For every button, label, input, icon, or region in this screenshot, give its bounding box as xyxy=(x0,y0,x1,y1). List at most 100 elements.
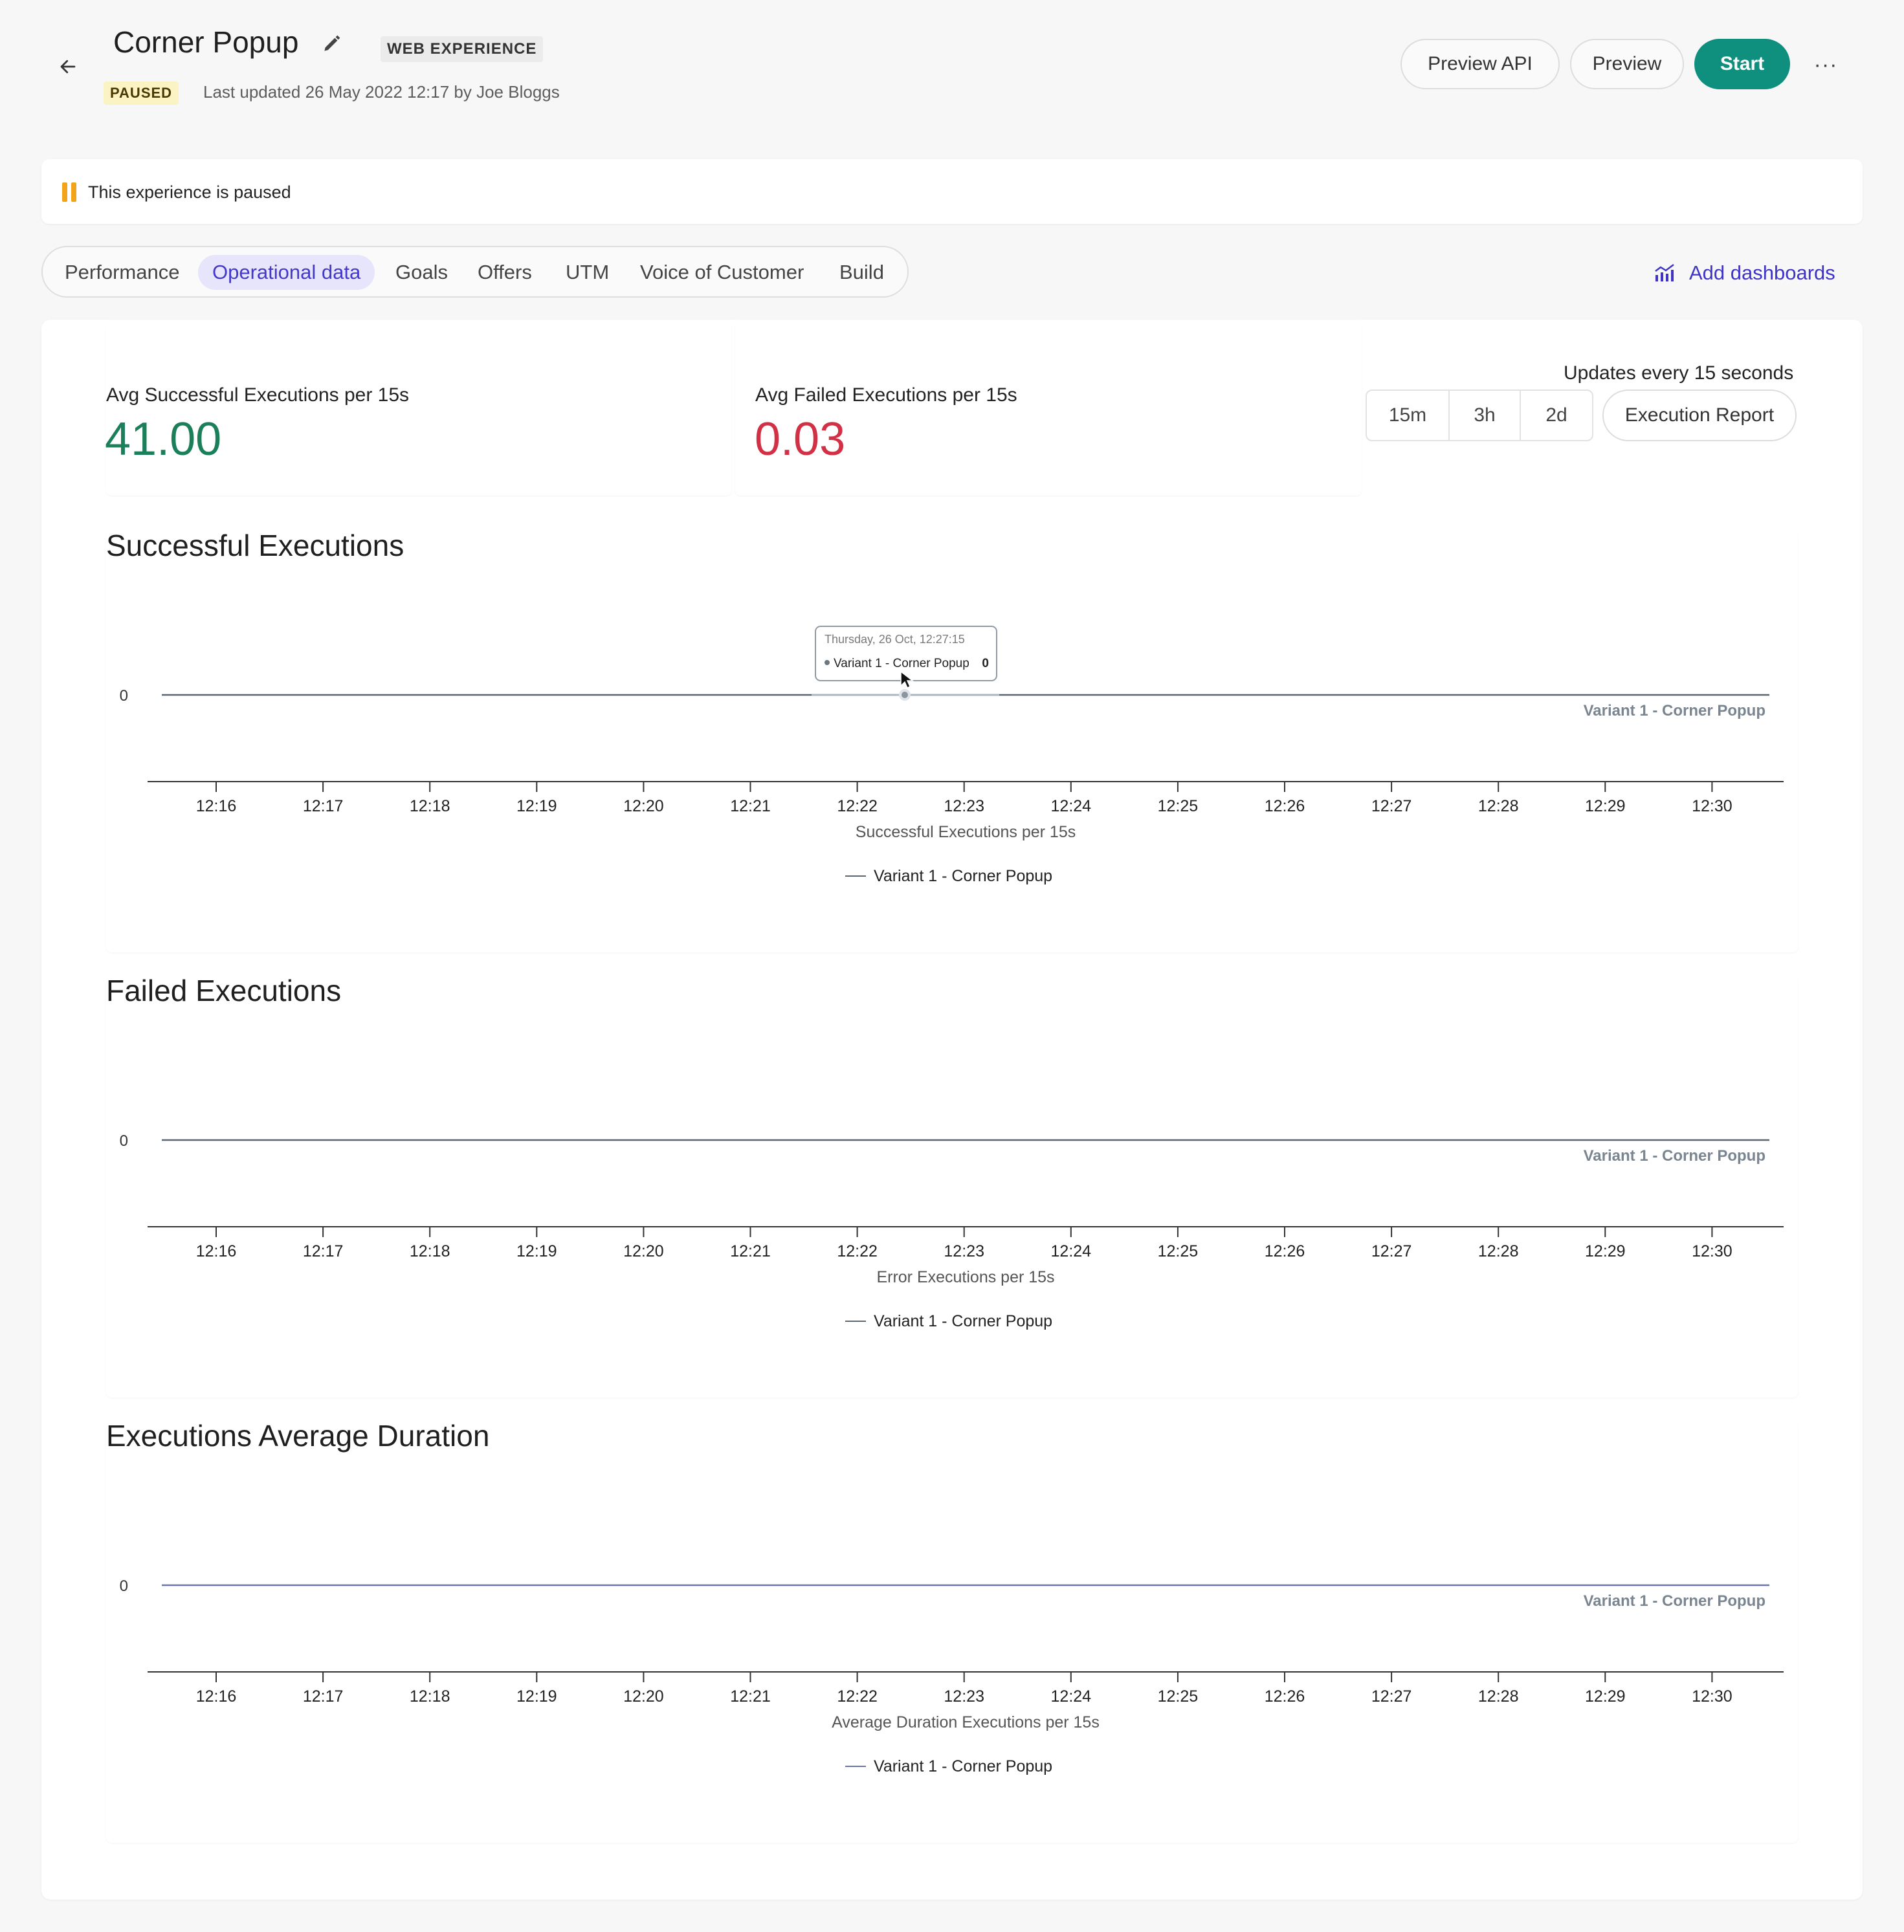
x-tick-label: 12:23 xyxy=(944,797,984,815)
add-dashboards-link[interactable]: Add dashboards xyxy=(1654,259,1835,287)
x-tick-label: 12:25 xyxy=(1158,1687,1199,1706)
stat-label-failed: Avg Failed Executions per 15s xyxy=(755,384,1017,406)
chart-icon xyxy=(1655,264,1674,281)
y-tick-label: 0 xyxy=(120,687,128,705)
x-tick-label: 12:26 xyxy=(1265,1687,1305,1706)
pencil-icon xyxy=(324,35,340,51)
chart-tooltip: Thursday, 26 Oct, 12:27:15 Variant 1 - Co… xyxy=(815,626,997,681)
x-tick-label: 12:22 xyxy=(837,797,878,815)
tooltip-date: Thursday, 26 Oct, 12:27:15 xyxy=(825,633,965,646)
tab-operational-data[interactable]: Operational data xyxy=(198,255,375,290)
x-axis-label: Successful Executions per 15s xyxy=(856,823,1076,841)
tab-offers[interactable]: Offers xyxy=(463,255,546,290)
tab-performance[interactable]: Performance xyxy=(50,255,194,290)
x-tick-label: 12:23 xyxy=(944,1242,984,1260)
y-tick-label: 0 xyxy=(120,1577,128,1595)
x-tick-label: 12:29 xyxy=(1585,1242,1626,1260)
stat-card-successful xyxy=(106,321,731,496)
x-tick-label: 12:16 xyxy=(196,797,237,815)
legend-item[interactable]: Variant 1 - Corner Popup xyxy=(874,867,1052,885)
x-tick-label: 12:25 xyxy=(1158,1242,1199,1260)
x-axis-label: Error Executions per 15s xyxy=(876,1268,1054,1286)
x-tick-label: 12:19 xyxy=(516,797,557,815)
x-tick-label: 12:22 xyxy=(837,1242,878,1260)
tooltip-value: 0 xyxy=(982,657,989,670)
series-end-label: Variant 1 - Corner Popup xyxy=(1584,702,1766,719)
x-tick-label: 12:27 xyxy=(1371,1242,1412,1260)
x-tick-label: 12:29 xyxy=(1585,797,1626,815)
x-tick-label: 12:28 xyxy=(1478,1687,1519,1706)
x-tick-label: 12:17 xyxy=(303,797,344,815)
x-tick-label: 12:28 xyxy=(1478,797,1519,815)
range-3h-button[interactable]: 3h xyxy=(1450,390,1520,441)
stat-label-successful: Avg Successful Executions per 15s xyxy=(106,384,410,406)
banner-text: This experience is paused xyxy=(88,182,291,202)
paused-banner xyxy=(41,159,1863,224)
preview-button[interactable]: Preview xyxy=(1570,39,1684,89)
x-tick-label: 12:20 xyxy=(623,1687,664,1706)
stat-card-failed xyxy=(735,321,1362,496)
average-duration-chart: 0 Variant 1 - Corner Popup 12:16 12:17 12:18… xyxy=(120,1577,1784,1775)
x-tick-label: 12:29 xyxy=(1585,1687,1626,1706)
start-button[interactable]: Start xyxy=(1694,39,1790,89)
add-dashboards-label: Add dashboards xyxy=(1689,261,1835,284)
more-horizontal-icon: ··· xyxy=(1813,52,1838,77)
x-tick-label: 12:20 xyxy=(623,1242,664,1260)
update-frequency-text: Updates every 15 seconds xyxy=(1564,362,1794,384)
x-tick-label: 12:23 xyxy=(944,1687,984,1706)
x-tick-label: 12:24 xyxy=(1051,1687,1092,1706)
x-tick-label: 12:16 xyxy=(196,1687,237,1706)
x-tick-label: 12:27 xyxy=(1371,797,1412,815)
x-tick-label: 12:27 xyxy=(1371,1687,1412,1706)
x-tick-label: 12:30 xyxy=(1692,1242,1732,1260)
x-tick-label: 12:18 xyxy=(410,797,450,815)
pause-icon xyxy=(62,182,78,202)
x-tick-label: 12:21 xyxy=(730,797,771,815)
back-button[interactable] xyxy=(52,50,84,83)
execution-report-button[interactable]: Execution Report xyxy=(1602,390,1797,441)
range-2d-button[interactable]: 2d xyxy=(1521,390,1592,441)
x-tick-label: 12:30 xyxy=(1692,1687,1732,1706)
x-tick-label: 12:22 xyxy=(837,1687,878,1706)
last-updated-text: Last updated 26 May 2022 12:17 by Joe Bl… xyxy=(203,82,560,102)
x-tick-label: 12:24 xyxy=(1051,797,1092,815)
x-tick-label: 12:21 xyxy=(730,1242,771,1260)
range-15m-button[interactable]: 15m xyxy=(1367,390,1448,441)
legend-item[interactable]: Variant 1 - Corner Popup xyxy=(874,1312,1052,1330)
tab-build[interactable]: Build xyxy=(825,255,898,290)
x-tick-label: 12:19 xyxy=(516,1242,557,1260)
x-tick-label: 12:28 xyxy=(1478,1242,1519,1260)
preview-api-button[interactable]: Preview API xyxy=(1400,39,1560,89)
legend-item[interactable]: Variant 1 - Corner Popup xyxy=(874,1757,1052,1775)
x-tick-label: 12:18 xyxy=(410,1242,450,1260)
series-end-label: Variant 1 - Corner Popup xyxy=(1584,1592,1766,1610)
successful-executions-chart: 0 Variant 1 - Corner Popup 12:16 12:17 12:18… xyxy=(120,626,1784,885)
tab-utm[interactable]: UTM xyxy=(551,255,623,290)
series-end-label: Variant 1 - Corner Popup xyxy=(1584,1147,1766,1165)
x-tick-label: 12:26 xyxy=(1265,797,1305,815)
x-tick-label: 12:25 xyxy=(1158,797,1199,815)
arrow-left-icon xyxy=(60,60,76,74)
stat-value-failed: 0.03 xyxy=(755,413,846,465)
x-tick-label: 12:30 xyxy=(1692,797,1732,815)
tooltip-series: Variant 1 - Corner Popup xyxy=(834,657,969,670)
failed-executions-chart: 0 Variant 1 - Corner Popup 12:16 12:17 12:18… xyxy=(120,1132,1784,1330)
y-tick-label: 0 xyxy=(120,1132,128,1150)
x-tick-label: 12:17 xyxy=(303,1242,344,1260)
x-tick-label: 12:17 xyxy=(303,1687,344,1706)
x-tick-label: 12:24 xyxy=(1051,1242,1092,1260)
x-tick-label: 12:16 xyxy=(196,1242,237,1260)
x-tick-label: 12:20 xyxy=(623,797,664,815)
status-badge: PAUSED xyxy=(104,82,179,105)
tab-goals[interactable]: Goals xyxy=(381,255,462,290)
tab-voice-of-customer[interactable]: Voice of Customer xyxy=(626,255,818,290)
type-badge: WEB EXPERIENCE xyxy=(381,36,544,62)
x-tick-label: 12:21 xyxy=(730,1687,771,1706)
x-tick-label: 12:26 xyxy=(1265,1242,1305,1260)
x-tick-label: 12:18 xyxy=(410,1687,450,1706)
more-options-button[interactable]: ··· xyxy=(1810,52,1842,78)
page-title: Corner Popup xyxy=(113,25,299,59)
stat-value-successful: 41.00 xyxy=(105,413,222,465)
x-tick-label: 12:19 xyxy=(516,1687,557,1706)
edit-title-button[interactable] xyxy=(321,34,342,54)
